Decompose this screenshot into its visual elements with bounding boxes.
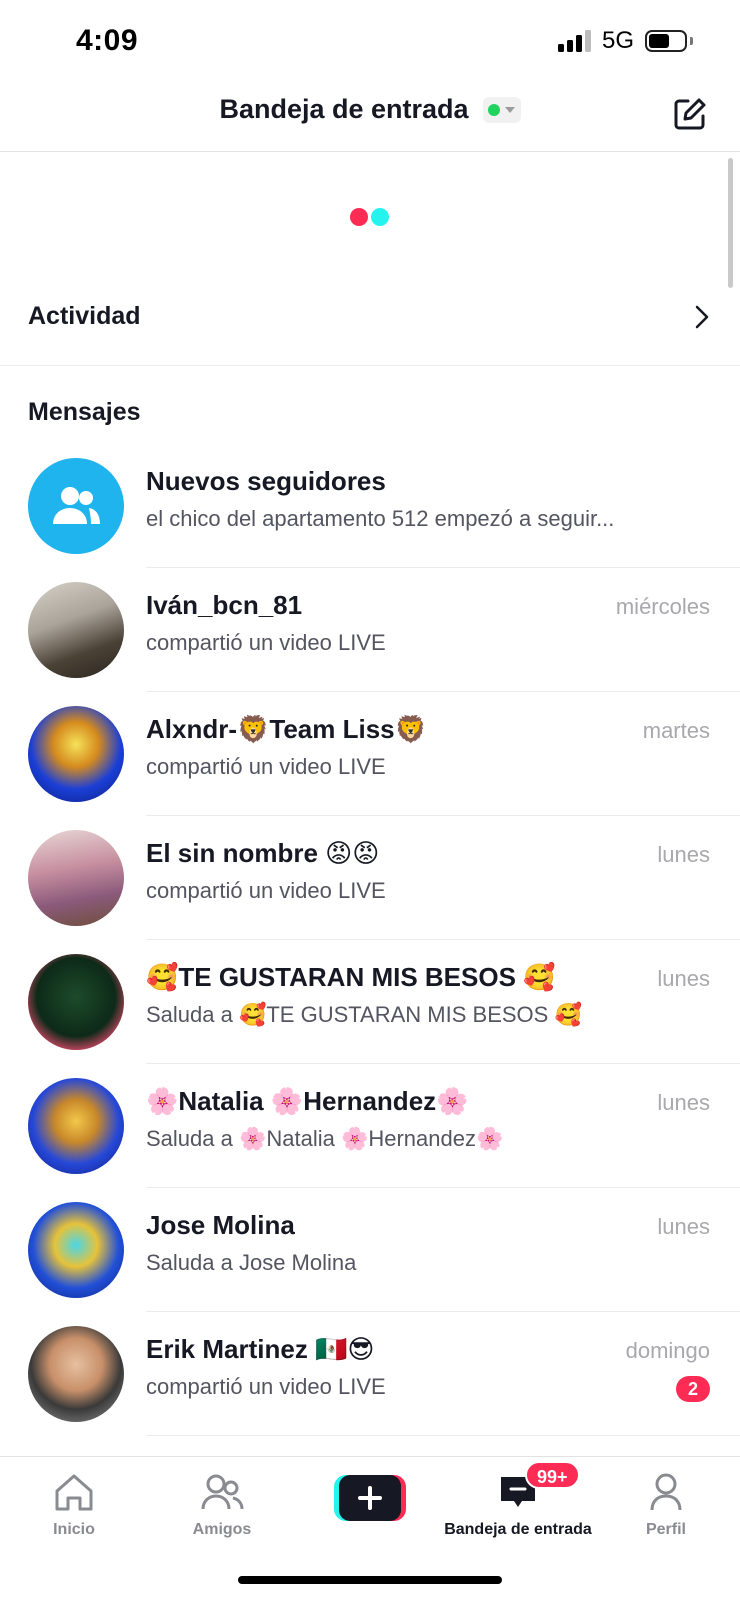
- signal-icon: [558, 30, 594, 52]
- contact-name: Jose Molina: [146, 1210, 295, 1240]
- followers-avatar: [28, 458, 124, 554]
- tab-label: Amigos: [192, 1521, 252, 1538]
- list-item-message[interactable]: Iván_bcn_81 compartió un video LIVE miér…: [0, 568, 740, 692]
- loading-indicator: [350, 208, 389, 226]
- page-title: Bandeja de entrada: [219, 94, 469, 124]
- message-preview: compartió un video LIVE: [146, 754, 386, 779]
- list-item-new-followers[interactable]: Nuevos seguidores el chico del apartamen…: [0, 444, 740, 568]
- avatar[interactable]: [28, 1202, 124, 1298]
- message-preview: compartió un video LIVE: [146, 630, 386, 655]
- contact-name: El sin nombre 😡😡: [146, 838, 380, 868]
- avatar[interactable]: [28, 706, 124, 802]
- avatar[interactable]: [28, 1078, 124, 1174]
- contact-name: 🥰TE GUSTARAN MIS BESOS 🥰: [146, 962, 556, 992]
- divider: [146, 1435, 740, 1436]
- message-time: lunes: [657, 1090, 710, 1115]
- create-button[interactable]: [334, 1475, 406, 1521]
- plus-icon: [358, 1486, 382, 1510]
- unread-count-badge: 2: [676, 1376, 710, 1402]
- tab-home[interactable]: Inicio: [0, 1471, 148, 1551]
- inbox-notification-badge: 99+: [525, 1461, 580, 1489]
- message-time: domingo: [625, 1338, 710, 1363]
- message-time: lunes: [657, 842, 710, 867]
- tab-label: Bandeja de entrada: [444, 1521, 592, 1538]
- message-time: miércoles: [615, 594, 710, 619]
- list-item-message[interactable]: 🥰TE GUSTARAN MIS BESOS 🥰 Saluda a 🥰TE GU…: [0, 940, 740, 1064]
- activity-row[interactable]: Actividad: [0, 280, 740, 366]
- message-time: lunes: [657, 966, 710, 991]
- status-bar: 4:09 5G: [0, 0, 740, 84]
- list-item-message[interactable]: 🌸Natalia 🌸Hernandez🌸 Saluda a 🌸Natalia 🌸…: [0, 1064, 740, 1188]
- header: Bandeja de entrada: [0, 84, 740, 152]
- friends-icon: [201, 1474, 244, 1510]
- avatar[interactable]: [28, 582, 124, 678]
- contact-name: Alxndr-🦁Team Liss🦁: [146, 714, 427, 744]
- list-item-message[interactable]: Erik Martinez 🇲🇽😎 compartió un video LIV…: [0, 1312, 740, 1436]
- message-time: martes: [642, 718, 710, 743]
- contact-name: Iván_bcn_81: [146, 590, 303, 620]
- status-time: 4:09: [76, 24, 139, 57]
- scrollbar[interactable]: [728, 158, 733, 288]
- chevron-right-icon: [695, 305, 709, 329]
- contact-name: Erik Martinez 🇲🇽😎: [146, 1334, 375, 1364]
- tab-friends[interactable]: Amigos: [148, 1471, 296, 1551]
- message-preview: compartió un video LIVE: [146, 1374, 386, 1399]
- activity-label: Actividad: [28, 302, 141, 330]
- header-title-group[interactable]: Bandeja de entrada: [0, 94, 740, 125]
- online-dot-icon: [488, 103, 501, 116]
- home-icon: [55, 1474, 93, 1511]
- home-indicator[interactable]: [238, 1576, 502, 1584]
- compose-icon[interactable]: [672, 96, 708, 132]
- tab-label: Inicio: [53, 1521, 95, 1538]
- battery-icon: [645, 30, 687, 52]
- people-icon: [53, 487, 100, 524]
- message-preview: el chico del apartamento 512 empezó a se…: [146, 506, 615, 531]
- list-item-message[interactable]: Alxndr-🦁Team Liss🦁 compartió un video LI…: [0, 692, 740, 816]
- avatar[interactable]: [28, 954, 124, 1050]
- list-item-message[interactable]: Jose Molina Saluda a Jose Molina lunes: [0, 1188, 740, 1312]
- message-preview: Saluda a Jose Molina: [146, 1250, 357, 1275]
- avatar[interactable]: [28, 1326, 124, 1422]
- network-label: 5G: [602, 27, 635, 54]
- battery-cap: [690, 37, 693, 45]
- list-item-message[interactable]: El sin nombre 😡😡 compartió un video LIVE…: [0, 816, 740, 940]
- message-preview: Saluda a 🥰TE GUSTARAN MIS BESOS 🥰: [146, 1002, 582, 1027]
- contact-name: 🌸Natalia 🌸Hernandez🌸: [146, 1086, 469, 1116]
- message-time: lunes: [657, 1214, 710, 1239]
- messages-section-title: Mensajes: [28, 398, 141, 426]
- message-preview: compartió un video LIVE: [146, 878, 386, 903]
- profile-icon: [650, 1473, 682, 1511]
- message-preview: Saluda a 🌸Natalia 🌸Hernandez🌸: [146, 1126, 504, 1151]
- caret-down-icon: [505, 106, 516, 113]
- online-status-toggle[interactable]: [482, 96, 521, 123]
- avatar[interactable]: [28, 830, 124, 926]
- tab-profile[interactable]: Perfil: [592, 1471, 740, 1551]
- tab-label: Perfil: [645, 1521, 686, 1538]
- contact-name: Nuevos seguidores: [146, 466, 386, 496]
